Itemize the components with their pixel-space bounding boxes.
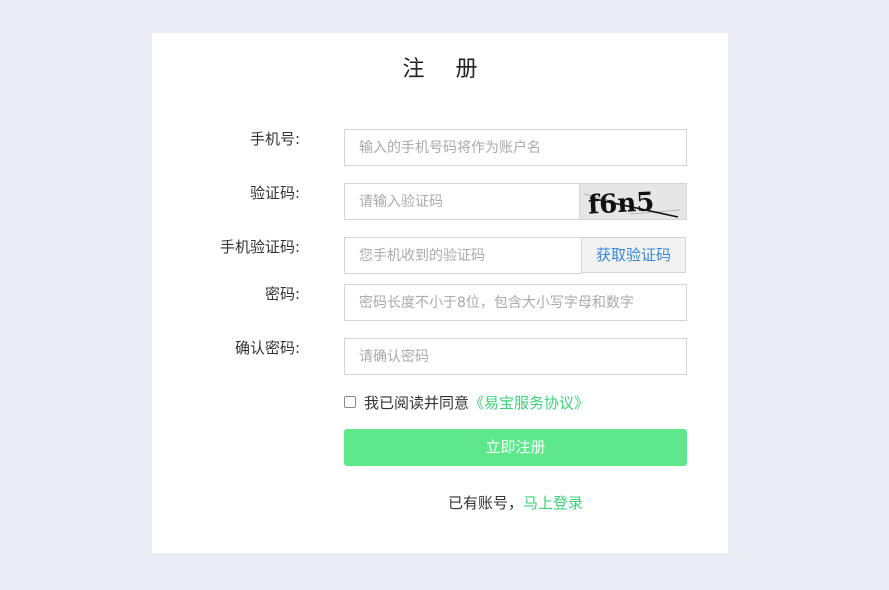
service-agreement-link[interactable]: 《易宝服务协议》: [469, 392, 589, 413]
login-link[interactable]: 马上登录: [523, 494, 583, 512]
phone-label: 手机号:: [249, 130, 300, 148]
agreement-row: 我已阅读并同意 《易宝服务协议》: [344, 391, 589, 413]
captcha-text: f6n5: [587, 187, 655, 220]
captcha-input[interactable]: [344, 183, 580, 220]
register-card: 注 册 手机号: 验证码: f6n5 手机验证码: 获取验证码 密码: 确认密码…: [152, 33, 728, 553]
sms-code-label: 手机验证码:: [219, 238, 300, 256]
page-title: 注 册: [402, 57, 490, 82]
confirm-password-label: 确认密码:: [234, 339, 300, 357]
captcha-label: 验证码:: [249, 184, 300, 202]
get-sms-code-button[interactable]: 获取验证码: [581, 237, 686, 273]
phone-input[interactable]: [344, 129, 687, 166]
login-prompt: 已有账号，马上登录: [344, 492, 687, 513]
captcha-image[interactable]: f6n5: [579, 183, 687, 220]
login-prompt-text: 已有账号，: [447, 494, 523, 512]
register-button[interactable]: 立即注册: [344, 429, 687, 466]
confirm-password-input[interactable]: [344, 338, 687, 375]
agreement-checkbox[interactable]: [344, 396, 356, 408]
agreement-text: 我已阅读并同意: [364, 393, 470, 412]
password-label: 密码:: [264, 285, 300, 303]
password-input[interactable]: [344, 284, 687, 321]
sms-code-input[interactable]: [344, 237, 582, 274]
